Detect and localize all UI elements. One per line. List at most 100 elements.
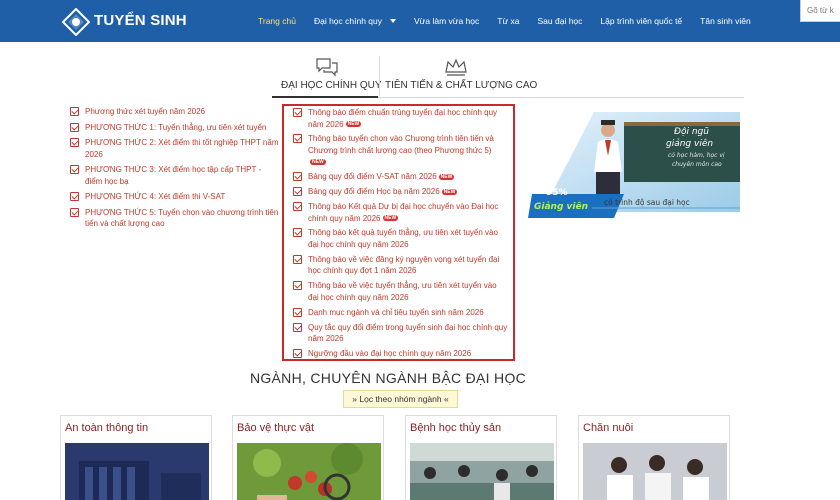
chat-bubbles-icon — [316, 58, 338, 77]
card-title[interactable]: Chăn nuôi — [583, 422, 633, 434]
list-item[interactable]: PHƯƠNG THỨC 5: Tuyển chọn vào chương trì… — [70, 207, 280, 230]
checkbox-icon — [293, 108, 302, 117]
nav-vua-lam-vua-hoc[interactable]: Vừa làm vừa học — [414, 16, 479, 26]
search-input[interactable]: Gõ từ k — [800, 0, 840, 22]
nav-label: Sau đại học — [537, 16, 583, 26]
nav-label: Vừa làm vừa học — [414, 16, 480, 26]
filter-by-group-button[interactable]: » Lọc theo nhóm ngành « — [343, 390, 458, 408]
list-item-text: Bảng quy đổi điểm V-SAT năm 2026 — [308, 172, 437, 182]
list-item-text: Thông báo điểm chuẩn trúng tuyển đại học… — [308, 108, 498, 129]
list-item-text: Quy tắc quy đổi điểm trong tuyển sinh đạ… — [308, 322, 508, 344]
nav-lap-trinh-vien[interactable]: Lập trình viên quốc tế — [600, 16, 682, 26]
list-item-text: Ngưỡng đầu vào đại học chính quy năm 202… — [308, 348, 472, 358]
card-image — [583, 443, 727, 500]
banner-heading-2: giảng viên — [666, 138, 713, 149]
new-badge: NEW — [310, 159, 326, 166]
list-item-text: PHƯƠNG THỨC 1: Tuyển thẳng, ưu tiên xét … — [85, 122, 267, 132]
faculty-banner[interactable]: Đội ngũ giảng viên có học hàm, học vị ch… — [528, 110, 740, 220]
section-title: NGÀNH, CHUYÊN NGÀNH BẬC ĐẠI HỌC — [249, 370, 527, 386]
new-badge: NEW — [345, 121, 362, 128]
checkbox-icon — [293, 172, 302, 182]
checkbox-icon — [70, 207, 79, 217]
list-item[interactable]: Thông báo điểm chuẩn trúng tuyển đại học… — [293, 107, 508, 130]
checkbox-icon — [293, 228, 302, 238]
nav-sau-dai-hoc[interactable]: Sau đại học — [538, 16, 583, 26]
list-item[interactable]: Danh mục ngành và chỉ tiêu tuyển sinh nă… — [293, 307, 508, 319]
checkbox-icon — [70, 107, 79, 116]
list-item[interactable]: Quy tắc quy đổi điểm trong tuyển sinh đạ… — [293, 322, 508, 345]
nav-dai-hoc-chinh-quy[interactable]: Đại học chính quy — [313, 16, 397, 26]
main-nav: Trang chủ Đại học chính quy Vừa làm vừa … — [258, 0, 769, 42]
checkbox-icon — [293, 187, 302, 197]
major-card[interactable]: Bảo vệ thực vật — [232, 415, 384, 500]
checkbox-icon — [293, 254, 302, 264]
checkbox-icon — [293, 322, 302, 332]
list-item[interactable]: Bảng quy đổi điểm Học bạ năm 2026 NEW — [293, 186, 508, 198]
banner-percent-label: Giảng viên — [534, 201, 588, 212]
list-item[interactable]: PHƯƠNG THỨC 4: Xét điểm thi V-SAT — [70, 191, 280, 203]
list-item-text: PHƯƠNG THỨC 2: Xét điểm thi tốt nghiệp T… — [85, 138, 279, 159]
card-title[interactable]: Bệnh học thủy sản — [410, 422, 501, 434]
major-card[interactable]: An toàn thông tin — [60, 415, 212, 500]
list-item-text: Bảng quy đổi điểm Học bạ năm 2026 — [308, 187, 440, 197]
tab-tien-tien-clc[interactable]: TIÊN TIẾN & CHẤT LƯỢNG CAO — [382, 54, 537, 98]
checkbox-icon — [70, 192, 79, 201]
checkbox-icon — [293, 202, 302, 212]
list-item[interactable]: PHƯƠNG THỨC 1: Tuyển thẳng, ưu tiên xét … — [70, 122, 280, 134]
tab-label: TIÊN TIẾN & CHẤT LƯỢNG CAO — [385, 80, 538, 91]
brand-title[interactable]: TUYỂN SINH — [94, 12, 187, 29]
checkbox-icon — [70, 122, 79, 132]
crown-icon — [445, 58, 467, 76]
list-item-text: PHƯƠNG THỨC 4: Xét điểm thi V-SAT — [85, 192, 226, 201]
card-image — [410, 443, 554, 500]
tab-label: ĐẠI HỌC CHÍNH QUY — [281, 80, 382, 91]
nav-label: Trang chủ — [258, 16, 296, 26]
chevron-down-icon — [390, 19, 397, 23]
nav-label: Đại học chính quy — [313, 16, 383, 26]
list-item-text: PHƯƠNG THỨC 3: Xét điểm học tập cấp THPT… — [85, 165, 262, 186]
checkbox-icon — [293, 307, 302, 317]
major-card[interactable]: Bệnh học thủy sản — [405, 415, 557, 500]
list-item-text: Thông báo về việc đăng ký nguyện vọng xé… — [308, 254, 500, 276]
banner-percent: 95% — [546, 188, 568, 198]
list-item[interactable]: Thông báo kết quả tuyển thẳng, ưu tiên x… — [293, 227, 508, 250]
checkbox-icon — [293, 134, 302, 144]
list-item-text: PHƯƠNG THỨC 5: Tuyển chọn vào chương trì… — [85, 207, 279, 229]
banner-heading-1: Đội ngũ — [674, 127, 709, 137]
checkbox-icon — [70, 165, 79, 174]
nav-trang-chu[interactable]: Trang chủ — [258, 16, 296, 26]
list-item[interactable]: Thông báo tuyển chọn vào Chương trình ti… — [293, 133, 508, 168]
checkbox-icon — [70, 138, 79, 147]
banner-sub-1: có học hàm, học vị — [668, 152, 725, 159]
nav-tan-sinh-vien[interactable]: Tân sinh viên — [700, 16, 751, 26]
university-logo-icon[interactable] — [62, 8, 90, 36]
program-tabs: ĐẠI HỌC CHÍNH QUY TIÊN TIẾN & CHẤT LƯỢNG… — [272, 54, 744, 98]
card-title[interactable]: Bảo vệ thực vật — [237, 422, 314, 434]
major-card[interactable]: Chăn nuôi — [578, 415, 730, 500]
admission-methods-list: Phương thức xét tuyển năm 2026 PHƯƠNG TH… — [70, 106, 280, 234]
card-image — [237, 443, 381, 500]
list-item[interactable]: Ngưỡng đầu vào đại học chính quy năm 202… — [293, 348, 508, 360]
nav-tu-xa[interactable]: Từ xa — [497, 16, 519, 26]
new-badge: NEW — [438, 174, 455, 181]
list-item[interactable]: PHƯƠNG THỨC 3: Xét điểm học tập cấp THPT… — [70, 164, 280, 187]
list-item-text: Thông báo kết quả tuyển thẳng, ưu tiên x… — [308, 228, 498, 249]
tab-dai-hoc-chinh-quy[interactable]: ĐẠI HỌC CHÍNH QUY — [272, 54, 382, 98]
list-item[interactable]: PHƯƠNG THỨC 2: Xét điểm thi tốt nghiệp T… — [70, 137, 280, 160]
card-title[interactable]: An toàn thông tin — [65, 422, 148, 434]
list-item[interactable]: Thông báo Kết quả Dự bị đại học chuyển v… — [293, 201, 508, 224]
list-item-text: Thông báo về việc tuyển thẳng, ưu tiên x… — [308, 281, 497, 302]
list-item[interactable]: Bảng quy đổi điểm V-SAT năm 2026 NEW — [293, 171, 508, 183]
banner-sub-2: chuyên môn cao — [672, 161, 722, 168]
top-header: TUYỂN SINH Trang chủ Đại học chính quy V… — [0, 0, 840, 42]
checkbox-icon — [293, 348, 302, 358]
new-badge: NEW — [441, 189, 458, 196]
list-item[interactable]: Thông báo về việc đăng ký nguyện vọng xé… — [293, 254, 508, 277]
banner-caption: có trình độ sau đại học — [604, 198, 690, 207]
list-item[interactable]: Thông báo về việc tuyển thẳng, ưu tiên x… — [293, 280, 508, 303]
list-item-text: Thông báo tuyển chọn vào Chương trình ti… — [308, 134, 494, 155]
list-item[interactable]: Phương thức xét tuyển năm 2026 — [70, 106, 280, 118]
card-image — [65, 443, 209, 500]
tab-divider — [379, 56, 380, 96]
nav-label: Lập trình viên quốc tế — [600, 16, 683, 26]
